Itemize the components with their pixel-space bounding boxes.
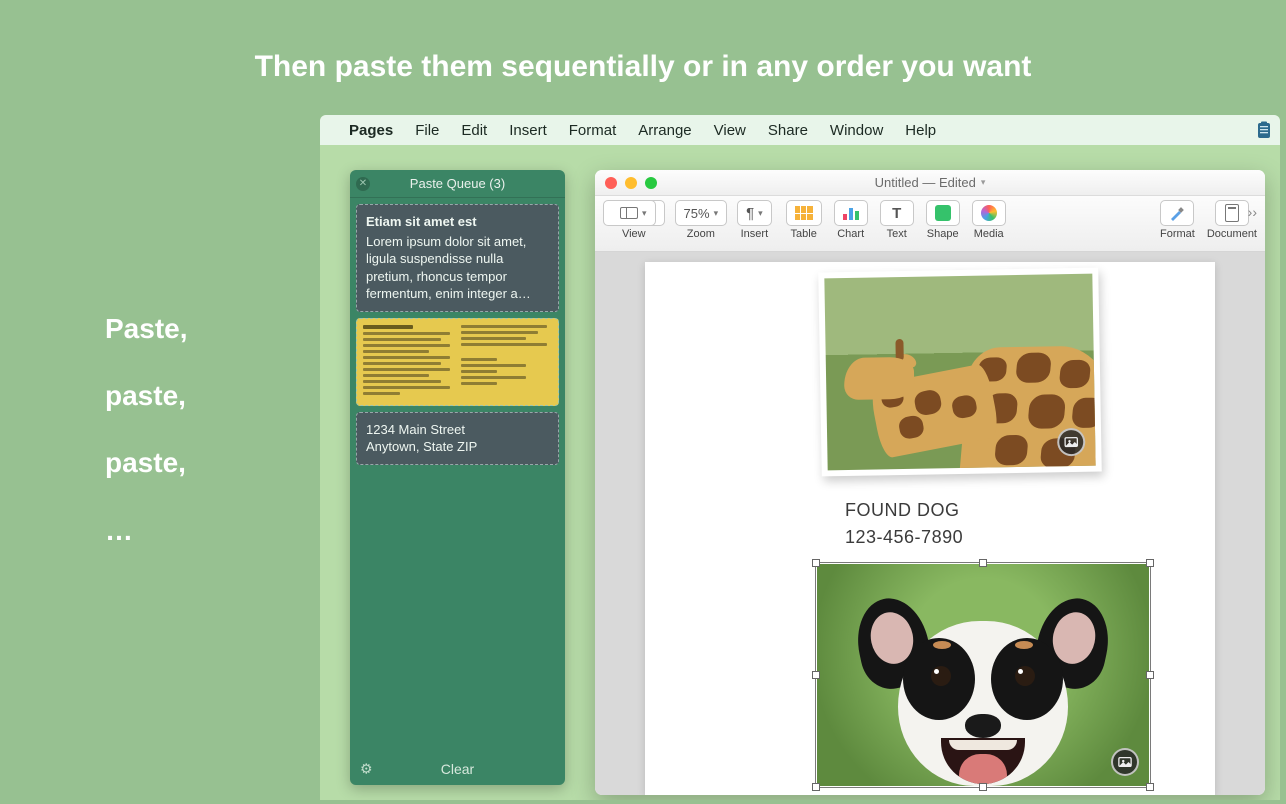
toolbar-view[interactable]: ▾ View [603, 200, 665, 240]
document-icon [1225, 204, 1239, 222]
format-icon [1169, 205, 1185, 221]
queue-item-body: 1234 Main Street Anytown, State ZIP [366, 422, 477, 455]
paste-queue-title: Paste Queue (3) [410, 176, 505, 191]
toolbar-text[interactable]: T Text [880, 200, 914, 240]
queue-item[interactable]: Etiam sit amet est Lorem ipsum dolor sit… [356, 204, 559, 312]
menu-file[interactable]: File [404, 122, 450, 139]
toolbar-label: View [622, 228, 646, 240]
toolbar-media[interactable]: Media [972, 200, 1006, 240]
toolbar-label: Table [791, 228, 817, 240]
queue-item-heading: Etiam sit amet est [366, 213, 549, 231]
toolbar-table[interactable]: Table [786, 200, 822, 240]
clear-button[interactable]: Clear [441, 761, 474, 777]
toolbar-label: Text [887, 228, 907, 240]
paste-queue-list: Etiam sit amet est Lorem ipsum dolor sit… [350, 198, 565, 753]
menu-help[interactable]: Help [894, 122, 947, 139]
menu-window[interactable]: Window [819, 122, 894, 139]
window-title: Untitled — Edited [875, 175, 976, 190]
chevron-down-icon[interactable]: ▾ [981, 177, 986, 188]
view-icon [620, 207, 638, 219]
image-badge-icon[interactable] [1111, 748, 1139, 776]
toolbar-label: Insert [741, 228, 769, 240]
toolbar-label: Media [974, 228, 1004, 240]
menubar-app-name[interactable]: Pages [338, 122, 404, 139]
menu-insert[interactable]: Insert [498, 122, 558, 139]
document-canvas[interactable]: FOUND DOG 123-456-7890 [595, 252, 1265, 795]
document-text[interactable]: FOUND DOG 123-456-7890 [845, 500, 963, 548]
caption-line: 123-456-7890 [845, 527, 963, 548]
menu-arrange[interactable]: Arrange [627, 122, 702, 139]
menu-format[interactable]: Format [558, 122, 628, 139]
menubar-extra-clipboard-icon[interactable] [1256, 121, 1272, 139]
toolbar-insert[interactable]: ¶▾ Insert [737, 200, 772, 240]
sidetext-line: Paste, [105, 295, 188, 362]
sidetext-line: paste, [105, 362, 188, 429]
toolbar-label: Zoom [687, 228, 715, 240]
queue-item-body: Lorem ipsum dolor sit amet, ligula suspe… [366, 234, 531, 302]
toolbar-format[interactable]: Format [1160, 200, 1195, 240]
menu-edit[interactable]: Edit [450, 122, 498, 139]
paste-queue-footer: ⚙ Clear [350, 753, 565, 785]
toolbar-label: Shape [927, 228, 959, 240]
image-dog-selected[interactable] [817, 564, 1149, 786]
sidetext-line: paste, [105, 429, 188, 496]
close-icon[interactable]: ✕ [356, 177, 370, 191]
menu-share[interactable]: Share [757, 122, 819, 139]
paste-queue-header: ✕ Paste Queue (3) [350, 170, 565, 198]
queue-item-thumbnail[interactable] [356, 318, 559, 406]
table-icon [795, 206, 813, 220]
toolbar-zoom[interactable]: 75%▾ Zoom [675, 200, 728, 240]
chart-icon [843, 206, 859, 220]
menubar: Pages File Edit Insert Format Arrange Vi… [320, 115, 1280, 145]
toolbar-chart[interactable]: Chart [834, 200, 868, 240]
window-minimize-button[interactable] [625, 177, 637, 189]
toolbar-label: Chart [837, 228, 864, 240]
window-close-button[interactable] [605, 177, 617, 189]
zoom-value: 75% [684, 206, 710, 221]
paste-queue-panel: ✕ Paste Queue (3) Etiam sit amet est Lor… [350, 170, 565, 785]
toolbar-label: Format [1160, 228, 1195, 240]
caption-line: FOUND DOG [845, 500, 963, 521]
text-icon: T [892, 205, 901, 222]
marketing-headline: Then paste them sequentially or in any o… [0, 50, 1286, 84]
dog-illustration [863, 586, 1103, 786]
shape-icon [935, 205, 951, 221]
queue-item[interactable]: 1234 Main Street Anytown, State ZIP [356, 412, 559, 465]
thumbnail-preview [363, 325, 552, 399]
toolbar-label: Document [1207, 228, 1257, 240]
window-zoom-button[interactable] [645, 177, 657, 189]
image-giraffe[interactable] [818, 268, 1102, 477]
traffic-lights [605, 177, 657, 189]
toolbar-overflow-icon[interactable]: ›› [1248, 204, 1257, 220]
menu-view[interactable]: View [703, 122, 757, 139]
sidetext-line: … [105, 497, 188, 564]
gear-icon[interactable]: ⚙ [360, 761, 373, 778]
media-icon [981, 205, 997, 221]
window-titlebar[interactable]: Untitled — Edited ▾ [595, 170, 1265, 196]
macos-desktop: Pages File Edit Insert Format Arrange Vi… [320, 115, 1280, 800]
document-page: FOUND DOG 123-456-7890 [645, 262, 1215, 795]
marketing-sidetext: Paste, paste, paste, … [105, 295, 188, 564]
pages-window: Untitled — Edited ▾ ▾ View 75%▾ Zoom ¶▾ … [595, 170, 1265, 795]
pages-toolbar: ▾ View 75%▾ Zoom ¶▾ Insert Table [595, 196, 1265, 252]
toolbar-shape[interactable]: Shape [926, 200, 960, 240]
